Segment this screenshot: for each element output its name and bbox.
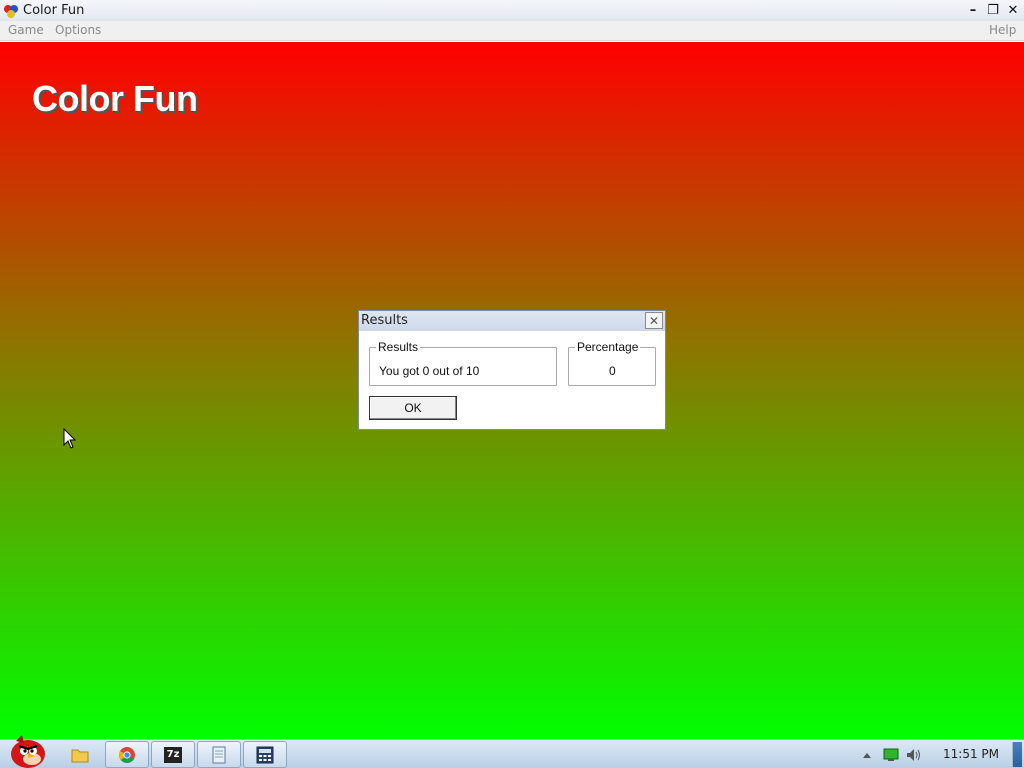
window-controls: – ❐ ✕ [964, 2, 1022, 19]
game-title: Color Fun [32, 78, 198, 119]
results-dialog: Results ✕ Results You got 0 out of 10 Pe… [358, 310, 666, 430]
taskbar-notepad-button[interactable] [197, 741, 241, 768]
results-group-label: Results [376, 340, 421, 354]
percentage-group: Percentage 0 [568, 340, 656, 386]
menu-bar: Game Options Help [0, 21, 1024, 41]
window-title: Color Fun [23, 3, 85, 18]
7zip-icon: 7z [164, 746, 182, 763]
tray-expand-icon[interactable] [859, 747, 875, 763]
restore-button[interactable]: ❐ [984, 2, 1002, 19]
system-clock[interactable]: 11:51 PM [943, 747, 999, 761]
menu-options[interactable]: Options [55, 23, 101, 37]
percentage-group-label: Percentage [575, 340, 641, 354]
show-desktop-button[interactable] [1012, 742, 1022, 767]
ok-button[interactable]: OK [369, 396, 457, 420]
folder-icon [71, 749, 89, 762]
dialog-close-button[interactable]: ✕ [645, 312, 663, 329]
results-group: Results You got 0 out of 10 [369, 340, 557, 386]
results-value: You got 0 out of 10 [379, 364, 480, 378]
mouse-cursor-icon [63, 428, 77, 449]
close-button[interactable]: ✕ [1004, 2, 1022, 19]
color-fun-app-icon [4, 5, 18, 18]
minimize-button[interactable]: – [964, 2, 982, 19]
taskbar-chrome-button[interactable] [105, 741, 149, 768]
menu-game[interactable]: Game [8, 23, 44, 37]
calculator-icon [256, 746, 274, 763]
network-icon[interactable] [883, 747, 899, 763]
chrome-icon [119, 746, 135, 763]
taskbar-folder-button[interactable] [58, 741, 102, 768]
dialog-title: Results [361, 313, 408, 328]
notepad-icon [212, 746, 226, 763]
volume-icon[interactable] [906, 747, 922, 763]
taskbar: 7z 11:51 PM [0, 735, 1024, 768]
taskbar-7zip-button[interactable]: 7z [151, 741, 195, 768]
taskbar-calculator-button[interactable] [243, 741, 287, 768]
dialog-titlebar[interactable]: Results ✕ [359, 311, 665, 331]
percentage-value: 0 [609, 364, 616, 378]
angry-bird-start-icon[interactable] [2, 731, 50, 768]
menu-help[interactable]: Help [989, 23, 1016, 37]
window-titlebar[interactable]: Color Fun – ❐ ✕ [0, 0, 1024, 21]
